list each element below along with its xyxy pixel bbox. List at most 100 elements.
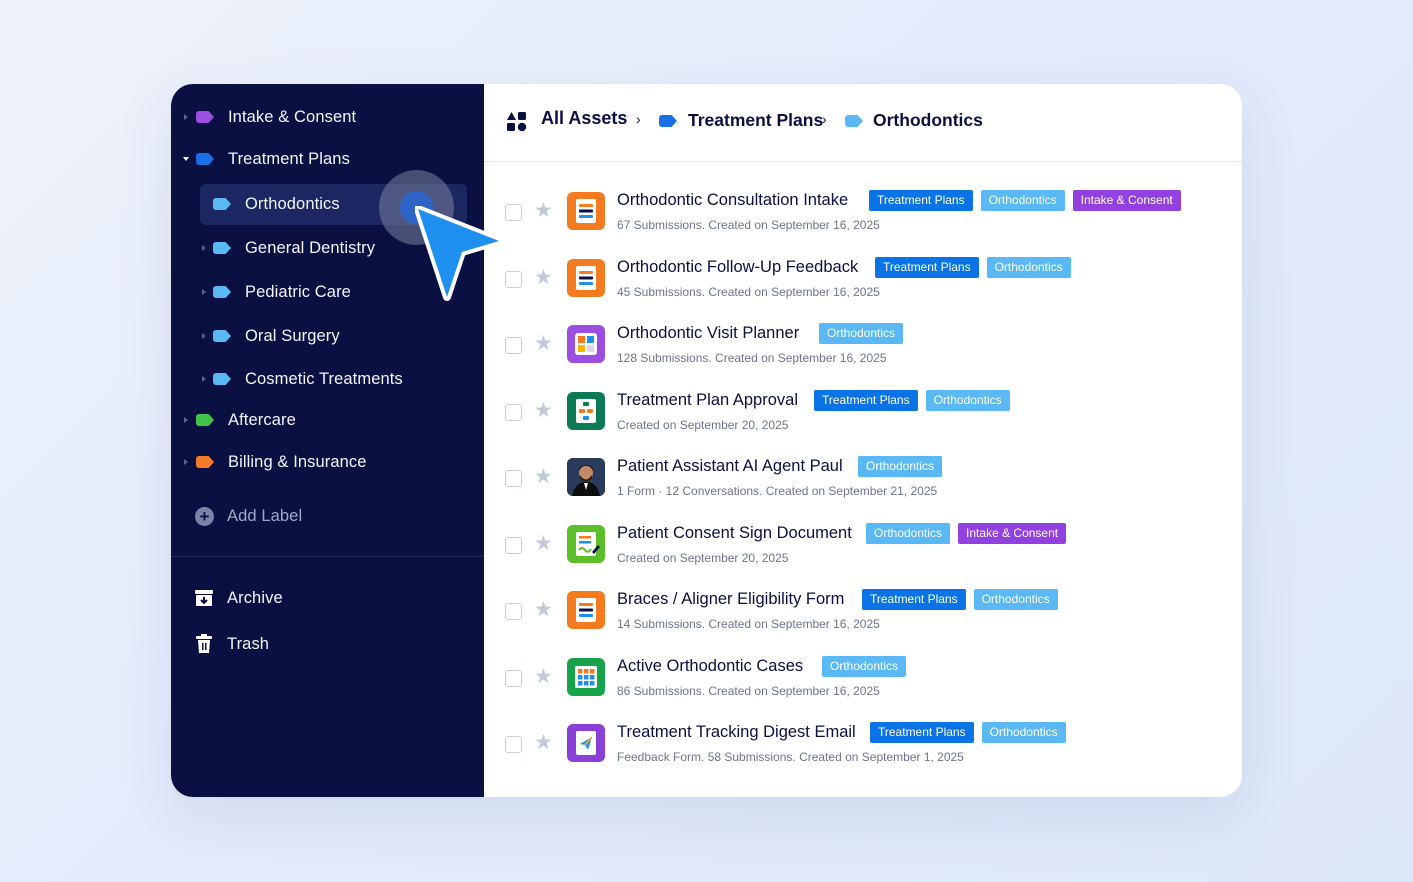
sidebar-item-billing-insurance[interactable]: Billing & Insurance <box>171 442 484 482</box>
favorite-star-icon[interactable]: ★ <box>534 597 553 622</box>
label-tag-icon <box>213 330 231 342</box>
add-label-text: Add Label <box>227 506 303 525</box>
sidebar-item-label: Trash <box>227 634 270 653</box>
favorite-star-icon[interactable]: ★ <box>534 730 553 755</box>
label-badge[interactable]: Orthodontics <box>981 722 1066 743</box>
asset-row[interactable]: ★ Patient Assistant AI Agent Paul 1 Form ·… <box>484 454 1242 520</box>
label-badge[interactable]: Orthodontics <box>866 522 951 544</box>
expand-caret-icon[interactable] <box>184 417 188 423</box>
sidebar-item-trash[interactable]: Trash <box>171 624 484 664</box>
chevron-right-icon: › <box>822 111 827 127</box>
expand-caret-icon[interactable] <box>184 459 188 465</box>
sidebar-item-aftercare[interactable]: Aftercare <box>171 400 484 440</box>
asset-subtitle: 1 Form · 12 Conversations. Created on Se… <box>617 484 938 498</box>
label-badge[interactable]: Treatment Plans <box>814 389 918 411</box>
sidebar-item-label: Billing & Insurance <box>228 452 367 471</box>
asset-subtitle: 14 Submissions. Created on September 16,… <box>617 617 880 631</box>
sidebar-item-intake-consent[interactable]: Intake & Consent <box>171 97 484 137</box>
sidebar-item-label: Orthodontics <box>245 194 340 213</box>
label-badge[interactable]: Intake & Consent <box>1072 190 1181 211</box>
favorite-star-icon[interactable]: ★ <box>534 265 553 290</box>
sign-document-icon <box>567 524 605 563</box>
breadcrumb: All Assets › Treatment Plans › Orthodont… <box>484 84 1242 162</box>
asset-title[interactable]: Treatment Tracking Digest Email <box>617 723 856 742</box>
asset-title[interactable]: Orthodontic Follow-Up Feedback <box>617 258 858 277</box>
sidebar-item-treatment-plans[interactable]: Treatment Plans <box>171 139 484 179</box>
label-badge[interactable]: Orthodontics <box>973 589 1058 610</box>
asset-title[interactable]: Patient Consent Sign Document <box>617 524 852 543</box>
favorite-star-icon[interactable]: ★ <box>534 464 553 489</box>
label-badge[interactable]: Intake & Consent <box>958 522 1067 544</box>
asset-title[interactable]: Braces / Aligner Eligibility Form <box>617 590 844 609</box>
row-checkbox[interactable] <box>505 536 522 554</box>
expand-caret-icon[interactable] <box>202 245 206 251</box>
row-checkbox[interactable] <box>505 603 522 620</box>
row-checkbox[interactable] <box>505 470 522 487</box>
asset-row[interactable]: ★ Orthodontic Consultation Intake 67 Submi… <box>484 188 1242 254</box>
label-badges: Treatment Plans Orthodontics <box>870 722 1066 743</box>
sidebar-item-oral-surgery[interactable]: Oral Surgery <box>171 316 484 356</box>
label-badge[interactable]: Orthodontics <box>822 655 907 677</box>
expand-caret-icon[interactable] <box>202 333 206 339</box>
row-checkbox[interactable] <box>505 270 522 288</box>
label-badge[interactable]: Treatment Plans <box>869 190 973 211</box>
label-badge[interactable]: Treatment Plans <box>870 722 974 743</box>
asset-row[interactable]: ★ Treatment Tracking Digest Email Feedback… <box>484 720 1242 786</box>
row-checkbox[interactable] <box>505 204 522 221</box>
collapse-caret-icon[interactable] <box>183 157 189 161</box>
label-badge[interactable]: Orthodontics <box>986 256 1071 278</box>
expand-caret-icon[interactable] <box>184 114 188 120</box>
label-badges: Orthodontics Intake & Consent <box>866 522 1067 544</box>
asset-title[interactable]: Patient Assistant AI Agent Paul <box>617 457 843 476</box>
sidebar-item-label: Intake & Consent <box>228 107 357 126</box>
asset-row[interactable]: ★ Orthodontic Follow-Up Feedback 45 Submis… <box>484 255 1242 321</box>
label-badges: Treatment Plans Orthodontics Intake & Cons… <box>869 190 1181 211</box>
add-label-button[interactable]: + Add Label <box>171 496 484 536</box>
breadcrumb-all-assets[interactable]: All Assets <box>541 108 627 129</box>
label-badge[interactable]: Treatment Plans <box>875 256 979 278</box>
asset-title[interactable]: Orthodontic Visit Planner <box>617 324 799 343</box>
sidebar-item-cosmetic-treatments[interactable]: Cosmetic Treatments <box>171 359 484 399</box>
plus-circle-icon: + <box>195 507 214 526</box>
expand-caret-icon[interactable] <box>202 289 206 295</box>
favorite-star-icon[interactable]: ★ <box>534 531 553 556</box>
asset-subtitle: 67 Submissions. Created on September 16,… <box>617 218 880 232</box>
favorite-star-icon[interactable]: ★ <box>534 398 553 423</box>
label-tag-icon <box>213 242 231 254</box>
breadcrumb-orthodontics[interactable]: Orthodontics <box>873 110 983 131</box>
label-badges: Orthodontics <box>819 323 904 344</box>
label-badge[interactable]: Orthodontics <box>980 190 1065 211</box>
sidebar-divider <box>171 556 484 557</box>
asset-title[interactable]: Orthodontic Consultation Intake <box>617 191 848 210</box>
asset-row[interactable]: ★ Braces / Aligner Eligibility Form 14 Sub… <box>484 587 1242 653</box>
asset-row[interactable]: ★ Treatment Plan Approval Created on Septe… <box>484 388 1242 454</box>
asset-row[interactable]: ★ Patient Consent Sign Document Created on… <box>484 521 1242 587</box>
asset-title[interactable]: Treatment Plan Approval <box>617 391 798 410</box>
pointer-cursor-icon <box>415 206 503 301</box>
chevron-right-icon: › <box>636 111 641 127</box>
breadcrumb-treatment-plans[interactable]: Treatment Plans <box>688 110 823 131</box>
row-checkbox[interactable] <box>505 736 522 753</box>
sidebar-item-archive[interactable]: Archive <box>171 578 484 618</box>
row-checkbox[interactable] <box>505 403 522 421</box>
asset-row[interactable]: ★ Orthodontic Visit Planner 128 Submission… <box>484 321 1242 387</box>
asset-row[interactable]: ★ Active Orthodontic Cases 86 Submissions.… <box>484 654 1242 720</box>
asset-subtitle: Created on September 20, 2025 <box>617 550 789 565</box>
label-tag-icon <box>196 153 214 165</box>
asset-subtitle: Feedback Form. 58 Submissions. Created o… <box>617 750 964 764</box>
app-grid-icon <box>567 325 605 363</box>
favorite-star-icon[interactable]: ★ <box>534 198 553 223</box>
expand-caret-icon[interactable] <box>202 376 206 382</box>
favorite-star-icon[interactable]: ★ <box>534 664 553 689</box>
label-badge[interactable]: Orthodontics <box>925 389 1010 411</box>
favorite-star-icon[interactable]: ★ <box>534 331 553 356</box>
label-badge[interactable]: Orthodontics <box>819 323 904 344</box>
asset-title[interactable]: Active Orthodontic Cases <box>617 657 803 676</box>
row-checkbox[interactable] <box>505 337 522 354</box>
label-badge[interactable]: Treatment Plans <box>862 589 966 610</box>
row-checkbox[interactable] <box>505 669 522 687</box>
label-tag-icon <box>196 414 214 426</box>
label-tag-icon <box>213 286 231 298</box>
trash-icon <box>196 634 212 653</box>
label-badge[interactable]: Orthodontics <box>858 456 943 477</box>
